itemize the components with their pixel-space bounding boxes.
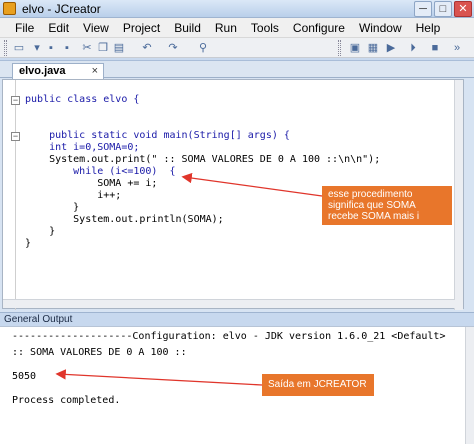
redo-icon[interactable]: ↷ xyxy=(166,41,180,55)
paste-icon[interactable]: ▤ xyxy=(112,41,126,55)
fold-toggle-icon[interactable]: − xyxy=(11,96,20,105)
fold-toggle-icon[interactable]: − xyxy=(11,132,20,141)
code-line-5: while (i<=100) { xyxy=(25,166,176,177)
window-title: elvo - JCreator xyxy=(22,2,101,16)
output-console[interactable]: --------------------Configuration: elvo … xyxy=(0,326,474,444)
menu-file[interactable]: File xyxy=(8,18,41,37)
toolbar-grip-2[interactable] xyxy=(338,40,341,56)
code-line-10: } xyxy=(25,226,56,237)
editor-tabstrip: elvo.java × xyxy=(0,61,474,79)
code-line-11: } xyxy=(25,238,32,249)
code-line-7: i++; xyxy=(25,190,122,201)
toolbar: ▭ ▾ ▪ ▪ ✂ ❐ ▤ ↶ ↷ ⚲ ▣ ▦ ▶ ⏵ ■ » xyxy=(0,38,474,58)
menu-tools[interactable]: Tools xyxy=(244,18,286,37)
menu-edit[interactable]: Edit xyxy=(41,18,76,37)
menu-build[interactable]: Build xyxy=(167,18,208,37)
open-icon[interactable]: ▾ xyxy=(30,41,44,55)
code-line-9: System.out.println(SOMA); xyxy=(25,214,224,225)
output-line-6: Process completed. xyxy=(12,395,121,406)
toolbar-grip[interactable] xyxy=(4,40,7,56)
menu-bar: File Edit View Project Build Run Tools C… xyxy=(0,18,474,38)
tab-label: elvo.java xyxy=(19,65,66,77)
menu-window[interactable]: Window xyxy=(352,18,409,37)
find-icon[interactable]: ⚲ xyxy=(196,41,210,55)
undo-icon[interactable]: ↶ xyxy=(140,41,154,55)
output-line-2: :: SOMA VALORES DE 0 A 100 :: xyxy=(12,347,187,358)
code-line-6: SOMA += i; xyxy=(25,178,158,189)
minimize-button[interactable]: ─ xyxy=(414,1,432,17)
editor-vertical-scrollbar[interactable] xyxy=(454,80,463,310)
maximize-button[interactable]: □ xyxy=(434,1,452,17)
app-icon xyxy=(3,2,16,15)
more-icon[interactable]: » xyxy=(450,41,464,55)
output-panel-title: General Output xyxy=(0,312,474,326)
copy-icon[interactable]: ❐ xyxy=(96,41,110,55)
new-file-icon[interactable]: ▭ xyxy=(12,41,26,55)
code-annotation-callout: esse procedimento significa que SOMA rec… xyxy=(322,186,452,225)
code-line-2: public static void main(String[] args) { xyxy=(25,130,290,141)
code-line-4: System.out.print(" :: SOMA VALORES DE 0 … xyxy=(25,154,381,165)
save-all-icon[interactable]: ▪ xyxy=(60,41,74,55)
cut-icon[interactable]: ✂ xyxy=(80,41,94,55)
code-line-3: int i=0,SOMA=0; xyxy=(25,142,140,153)
compile-icon[interactable]: ▣ xyxy=(348,41,362,55)
title-bar: elvo - JCreator ─ □ ✕ xyxy=(0,0,474,18)
window-controls: ─ □ ✕ xyxy=(414,0,474,18)
menu-help[interactable]: Help xyxy=(409,18,448,37)
stop-icon[interactable]: ■ xyxy=(428,41,442,55)
editor-horizontal-scrollbar[interactable] xyxy=(3,299,455,308)
output-annotation-callout: Saída em JCREATOR xyxy=(262,374,374,396)
output-line-4: 5050 xyxy=(12,371,37,382)
tab-elvo-java[interactable]: elvo.java × xyxy=(12,63,104,79)
code-line-1: public class elvo { xyxy=(25,94,140,105)
save-icon[interactable]: ▪ xyxy=(44,41,58,55)
build-icon[interactable]: ▦ xyxy=(366,41,380,55)
fold-gutter xyxy=(15,80,16,310)
code-line-8: } xyxy=(25,202,80,213)
run-icon[interactable]: ▶ xyxy=(384,41,398,55)
debug-icon[interactable]: ⏵ xyxy=(406,41,420,55)
output-vertical-scrollbar[interactable] xyxy=(465,327,474,444)
menu-view[interactable]: View xyxy=(76,18,116,37)
menu-run[interactable]: Run xyxy=(208,18,244,37)
output-line-1: --------------------Configuration: elvo … xyxy=(12,331,446,342)
close-tab-icon[interactable]: × xyxy=(92,64,98,78)
menu-configure[interactable]: Configure xyxy=(286,18,352,37)
close-button[interactable]: ✕ xyxy=(454,1,472,17)
menu-project[interactable]: Project xyxy=(116,18,167,37)
